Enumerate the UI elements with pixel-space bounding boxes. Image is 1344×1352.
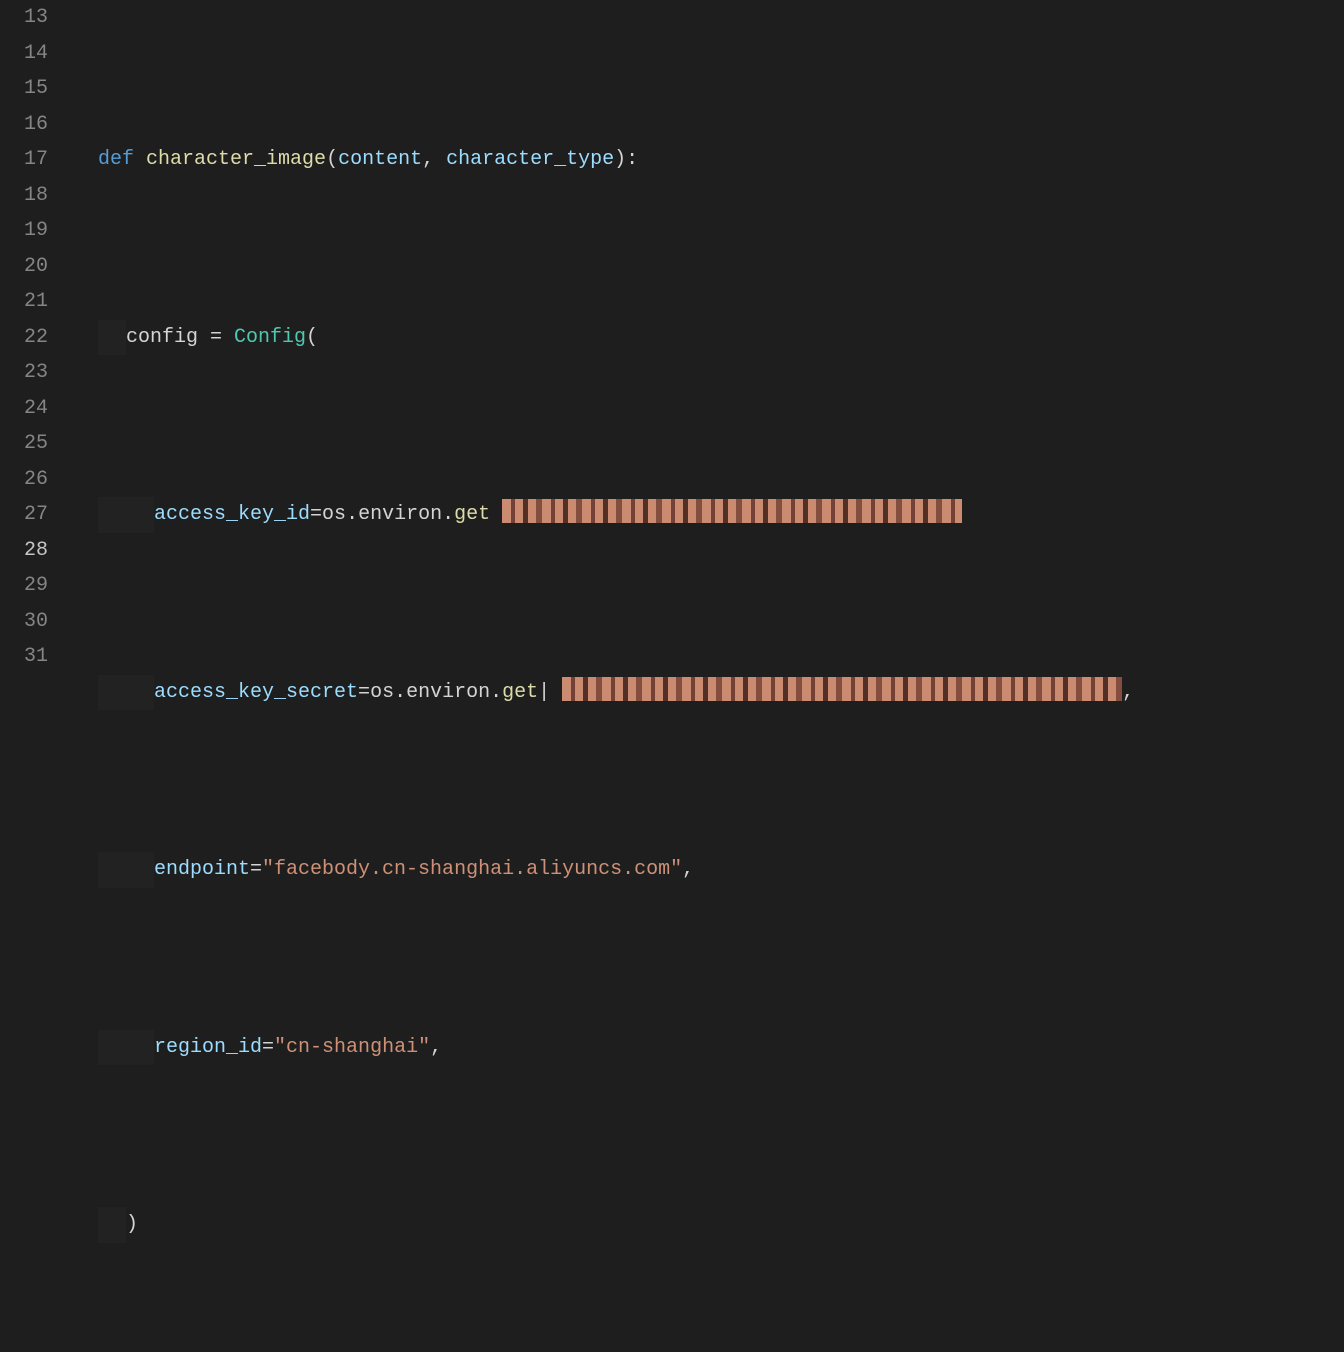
code-editor[interactable]: 13 14 15 16 17 18 19 20 21 22 23 24 25 2… xyxy=(0,0,1344,676)
line-number: 22 xyxy=(0,320,48,356)
code-area[interactable]: def character_image(content, character_t… xyxy=(70,0,1344,676)
line-number: 23 xyxy=(0,355,48,391)
code-line[interactable]: endpoint="facebody.cn-shanghai.aliyuncs.… xyxy=(70,852,1344,888)
line-number-gutter: 13 14 15 16 17 18 19 20 21 22 23 24 25 2… xyxy=(0,0,70,676)
code-line[interactable]: def character_image(content, character_t… xyxy=(70,142,1344,178)
line-number: 24 xyxy=(0,391,48,427)
line-number: 18 xyxy=(0,178,48,214)
line-number: 30 xyxy=(0,604,48,640)
code-line[interactable]: ) xyxy=(70,1207,1344,1243)
line-number: 25 xyxy=(0,426,48,462)
line-number: 28 xyxy=(0,533,48,569)
line-number: 26 xyxy=(0,462,48,498)
line-number: 29 xyxy=(0,568,48,604)
code-line[interactable]: region_id="cn-shanghai", xyxy=(70,1030,1344,1066)
line-number: 21 xyxy=(0,284,48,320)
line-number: 16 xyxy=(0,107,48,143)
line-number: 31 xyxy=(0,639,48,675)
line-number: 27 xyxy=(0,497,48,533)
code-line[interactable]: access_key_secret=os.environ.get| , xyxy=(70,675,1344,711)
line-number: 14 xyxy=(0,36,48,72)
redacted-secret xyxy=(562,677,1122,701)
line-number: 17 xyxy=(0,142,48,178)
line-number: 15 xyxy=(0,71,48,107)
code-line[interactable]: config = Config( xyxy=(70,320,1344,356)
line-number: 20 xyxy=(0,249,48,285)
line-number: 13 xyxy=(0,0,48,36)
line-number: 19 xyxy=(0,213,48,249)
code-line[interactable]: access_key_id=os.environ.get xyxy=(70,497,1344,533)
redacted-secret xyxy=(502,499,962,523)
